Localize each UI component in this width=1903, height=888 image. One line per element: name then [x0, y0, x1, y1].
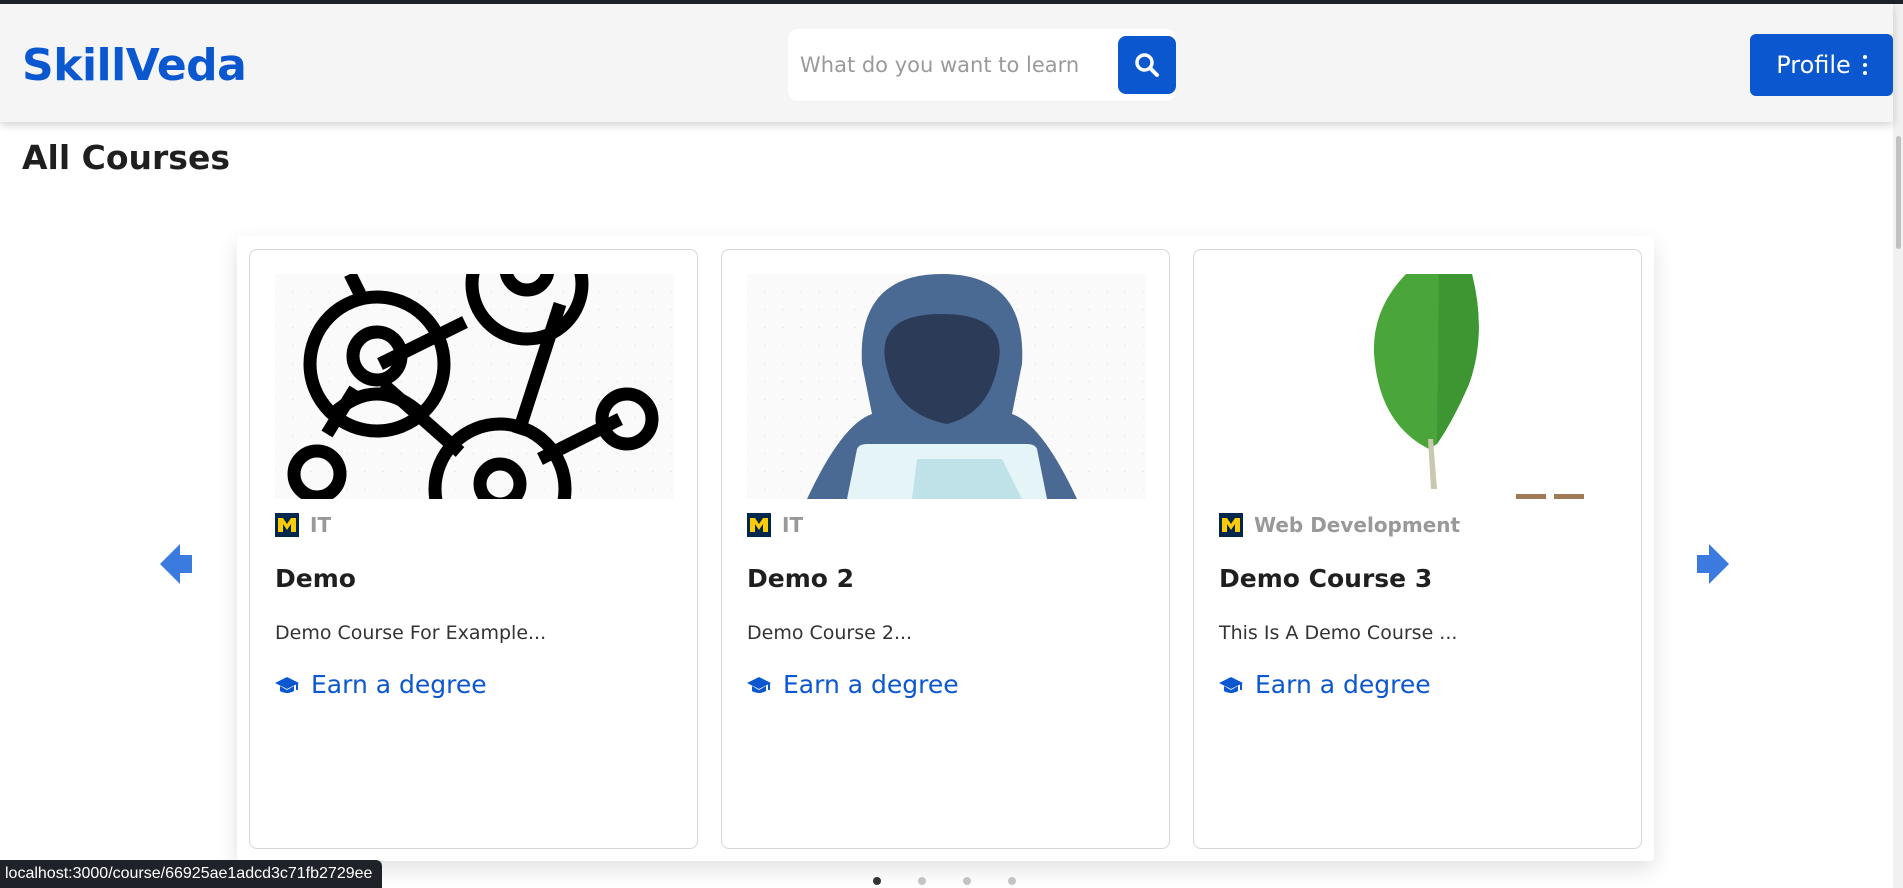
- carousel-next-arrow-icon[interactable]: [1697, 544, 1729, 584]
- hooded-hacker-icon: [807, 274, 1077, 499]
- course-meta: IT: [747, 513, 803, 537]
- university-logo: [747, 513, 771, 537]
- course-thumbnail: [1219, 274, 1618, 499]
- earn-degree-label: Earn a degree: [783, 670, 959, 699]
- earn-degree-label: Earn a degree: [1255, 670, 1431, 699]
- status-bar-url: localhost:3000/course/66925ae1adcd3c71fb…: [0, 860, 383, 888]
- course-category: IT: [310, 513, 332, 537]
- carousel-dot[interactable]: [1008, 877, 1016, 885]
- network-people-icon: [287, 274, 659, 499]
- earn-degree-link[interactable]: Earn a degree: [1219, 670, 1431, 699]
- scrollbar-thumb[interactable]: [1896, 136, 1901, 249]
- search-icon: [1135, 53, 1159, 77]
- mongodb-leaf-icon: [1373, 274, 1584, 499]
- course-description: Demo Course For Example...: [275, 622, 547, 644]
- search-bar: [788, 29, 1176, 101]
- course-thumbnail: [275, 274, 674, 499]
- graduation-cap-icon: [747, 676, 771, 693]
- course-card[interactable]: Web Development Demo Course 3 This Is A …: [1193, 249, 1642, 849]
- graduation-cap-icon: [1219, 676, 1243, 693]
- search-input[interactable]: [788, 29, 1118, 101]
- university-logo: [1219, 513, 1243, 537]
- course-description: Demo Course 2...: [747, 622, 913, 644]
- earn-degree-label: Earn a degree: [311, 670, 487, 699]
- carousel-pagination: [873, 877, 1016, 885]
- university-logo: [275, 513, 299, 537]
- course-meta: Web Development: [1219, 513, 1460, 537]
- earn-degree-link[interactable]: Earn a degree: [747, 670, 959, 699]
- block-m-icon: [278, 518, 296, 532]
- course-meta: IT: [275, 513, 331, 537]
- block-m-icon: [750, 518, 768, 532]
- header: SkillVeda Profile: [0, 4, 1893, 122]
- block-m-icon: [1222, 518, 1240, 532]
- course-title[interactable]: Demo Course 3: [1219, 564, 1432, 593]
- carousel-prev-arrow-icon[interactable]: [160, 544, 192, 584]
- course-title[interactable]: Demo 2: [747, 564, 854, 593]
- graduation-cap-icon: [275, 676, 299, 693]
- carousel-dot[interactable]: [963, 877, 971, 885]
- course-title[interactable]: Demo: [275, 564, 356, 593]
- course-card[interactable]: IT Demo 2 Demo Course 2... Earn a degree: [721, 249, 1170, 849]
- course-thumbnail: [747, 274, 1146, 499]
- app-logo[interactable]: SkillVeda: [22, 40, 247, 91]
- carousel-dot[interactable]: [873, 877, 881, 885]
- earn-degree-link[interactable]: Earn a degree: [275, 670, 487, 699]
- search-button[interactable]: [1118, 36, 1176, 94]
- course-card[interactable]: IT Demo Demo Course For Example... Earn …: [249, 249, 698, 849]
- course-category: IT: [782, 513, 804, 537]
- carousel-dot[interactable]: [918, 877, 926, 885]
- profile-label: Profile: [1776, 51, 1851, 79]
- page-title: All Courses: [22, 138, 230, 177]
- course-description: This Is A Demo Course ...: [1219, 622, 1458, 644]
- more-vertical-icon: [1862, 55, 1867, 75]
- course-category: Web Development: [1254, 513, 1461, 537]
- profile-button[interactable]: Profile: [1750, 34, 1893, 96]
